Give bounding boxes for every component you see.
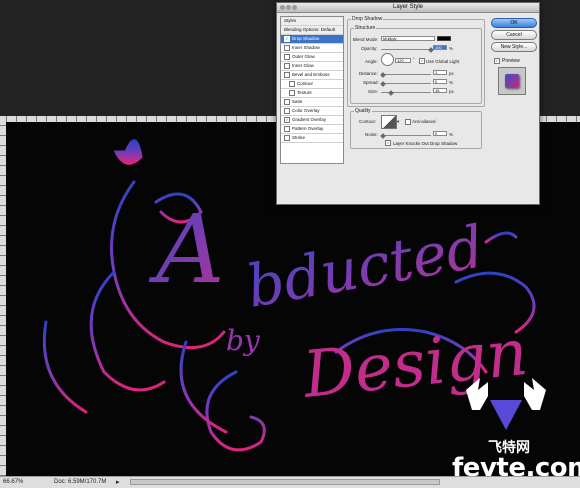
checkbox-icon[interactable]: ✓ [284,117,290,123]
ok-button[interactable]: OK [491,18,537,28]
style-item-inner-glow[interactable]: Inner Glow [281,62,343,71]
noise-input[interactable]: 0 [433,131,447,136]
noise-label: Noise: [365,132,378,137]
spread-input[interactable]: 0 [433,79,447,84]
opacity-label: Opacity: [361,46,378,51]
checkbox-icon[interactable] [284,135,290,141]
window-controls[interactable] [280,5,298,14]
contour-dropdown-icon[interactable]: ▾ [397,119,399,125]
style-preview [498,67,526,95]
preview-checkbox[interactable]: ✓ [494,58,500,64]
distance-unit: px [449,71,454,76]
style-item-inner-shadow[interactable]: Inner Shadow [281,44,343,53]
checkbox-icon[interactable] [284,72,290,78]
dialog-title: Layer Style [392,4,423,10]
layer-style-dialog: Layer Style Styles Blending Options: Def… [276,2,540,205]
angle-dial-icon[interactable] [381,53,394,66]
title-letter-a: A [148,195,225,305]
style-item-stroke[interactable]: Stroke [281,134,343,143]
knocks-out-label: Layer Knocks Out Drop Shadow [393,140,458,146]
distance-slider[interactable] [381,74,431,75]
checkbox-icon[interactable] [284,99,290,105]
quality-title: Quality [354,108,372,114]
contour-label: Contour: [359,119,377,124]
style-item-color-overlay[interactable]: Color Overlay [281,107,343,116]
blending-options[interactable]: Blending Options: Default [281,26,343,35]
preview-swatch [505,74,519,88]
shadow-color-swatch[interactable] [437,36,451,41]
global-light-checkbox[interactable]: ✓ [419,58,425,64]
style-item-drop-shadow[interactable]: ✓ Drop Shadow [281,35,343,44]
spread-label: Spread: [363,80,379,85]
spread-unit: % [449,80,454,85]
style-item-texture[interactable]: Texture [281,89,343,98]
anti-aliased-label: Anti-aliased [412,119,436,124]
style-item-gradient-overlay[interactable]: ✓ Gradient Overlay [281,116,343,125]
spread-slider[interactable] [381,83,431,84]
drop-shadow-title: Drop Shadow [351,16,384,22]
status-menu-arrow-icon[interactable]: ▸ [116,478,120,486]
checkbox-icon[interactable] [284,126,290,132]
style-item-satin[interactable]: Satin [281,98,343,107]
size-input[interactable]: 16 [433,88,447,93]
size-label: Size: [368,89,379,94]
styles-header[interactable]: Styles [281,17,343,26]
opacity-input[interactable]: 100 [433,45,447,50]
noise-unit: % [449,132,454,137]
angle-label: Angle: [365,59,378,64]
checkbox-icon[interactable] [289,81,295,87]
angle-input[interactable]: 120 [395,58,411,63]
style-item-contour[interactable]: Contour [281,80,343,89]
global-light-label: Use Global Light [426,59,460,64]
checkbox-icon[interactable] [284,63,290,69]
structure-title: Structure [354,25,377,31]
preview-row: ✓ Preview [494,58,520,64]
drop-shadow-panel: Drop Shadow Structure Blend Mode: Multip… [347,15,485,149]
noise-slider[interactable] [381,135,431,136]
cancel-button[interactable]: Cancel [491,30,537,40]
distance-label: Distance: [359,71,378,76]
dialog-titlebar: Layer Style [277,3,539,13]
distance-input[interactable]: 1 [433,70,447,75]
checkbox-icon[interactable] [284,54,290,60]
opacity-unit: % [449,46,454,51]
size-unit: px [449,89,454,94]
checkbox-icon[interactable]: ✓ [284,36,290,42]
horizontal-scrollbar[interactable] [130,479,440,485]
angle-unit: ° [413,57,415,62]
opacity-slider[interactable] [381,49,431,50]
checkbox-icon[interactable] [289,90,295,96]
contour-picker[interactable] [381,115,397,129]
blend-mode-select[interactable]: Multiply [381,36,435,41]
style-item-outer-glow[interactable]: Outer Glow [281,53,343,62]
document-size: Doc: 6.59M/170.7M [54,479,107,485]
checkbox-icon[interactable] [284,108,290,114]
style-item-pattern-overlay[interactable]: Pattern Overlay [281,125,343,134]
knocks-out-checkbox[interactable]: ✓ [385,140,391,146]
knocks-out-row: ✓ Layer Knocks Out Drop Shadow [385,140,457,146]
title-word-bducted: bducted [242,212,489,320]
styles-list: Styles Blending Options: Default ✓ Drop S… [280,16,344,164]
blend-mode-label: Blend Mode: [353,37,379,42]
checkbox-icon[interactable] [284,45,290,51]
status-bar: 66.67% Doc: 6.59M/170.7M ▸ [0,476,580,488]
new-style-button[interactable]: New Style... [491,42,537,52]
anti-aliased-checkbox[interactable] [405,119,411,125]
zoom-level[interactable]: 66.67% [3,479,23,485]
title-word-by: by [226,324,261,357]
title-word-design: Design [299,316,531,413]
style-item-bevel-emboss[interactable]: Bevel and Emboss [281,71,343,80]
preview-label: Preview [502,58,520,64]
